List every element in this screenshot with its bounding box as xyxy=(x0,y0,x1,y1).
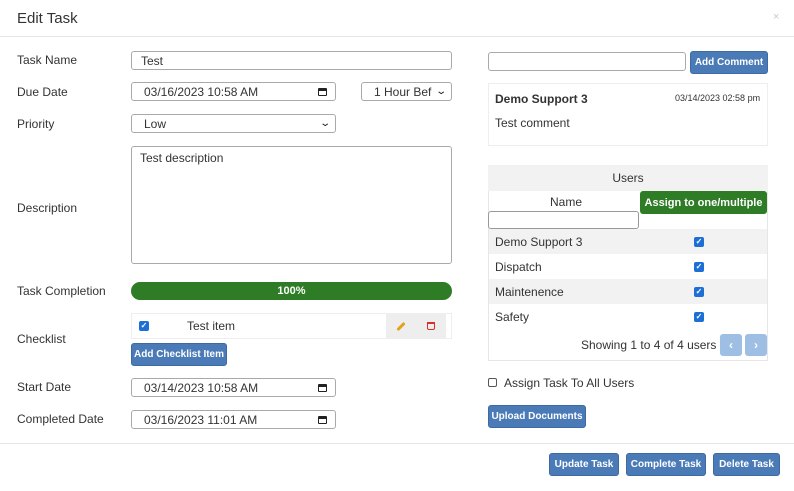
chevron-down-icon: ⌄ xyxy=(318,118,331,129)
assign-all-checkbox[interactable] xyxy=(488,378,497,387)
upload-documents-button[interactable]: Upload Documents xyxy=(488,405,586,428)
user-row: Demo Support 3 ✓ xyxy=(489,229,767,254)
user-assign-checkbox[interactable]: ✓ xyxy=(694,312,704,322)
checklist-item: ✓ Test item xyxy=(131,313,452,339)
assign-all-label[interactable]: Assign Task To All Users xyxy=(504,376,634,390)
chevron-down-icon: ⌄ xyxy=(434,86,447,97)
calendar-icon[interactable] xyxy=(318,87,327,96)
close-icon[interactable]: × xyxy=(773,11,779,23)
user-assign-checkbox[interactable]: ✓ xyxy=(694,237,704,247)
user-row: Maintenence ✓ xyxy=(489,279,767,304)
delete-task-button[interactable]: Delete Task xyxy=(713,453,780,476)
start-date-input[interactable]: 03/14/2023 10:58 AM xyxy=(131,378,336,397)
calendar-icon[interactable] xyxy=(318,415,327,424)
completed-date-label: Completed Date xyxy=(17,412,104,426)
comment-input[interactable] xyxy=(488,52,686,71)
users-header: Users xyxy=(488,165,768,191)
user-name: Maintenence xyxy=(495,284,564,299)
comment-text: Test comment xyxy=(495,116,570,130)
trash-icon xyxy=(427,322,435,330)
user-row: Dispatch ✓ xyxy=(489,254,767,279)
user-assign-checkbox[interactable]: ✓ xyxy=(694,262,704,272)
name-column-header[interactable]: Name xyxy=(550,195,582,209)
checklist-label: Checklist xyxy=(17,332,66,346)
due-date-label: Due Date xyxy=(17,85,68,99)
delete-checklist-button[interactable] xyxy=(416,314,446,338)
footer-divider xyxy=(0,443,794,444)
complete-task-button[interactable]: Complete Task xyxy=(626,453,706,476)
assign-users-button[interactable]: Assign to one/multiple xyxy=(640,191,767,214)
completed-date-input[interactable]: 03/16/2023 11:01 AM xyxy=(131,410,336,429)
calendar-icon[interactable] xyxy=(318,383,327,392)
user-name: Dispatch xyxy=(495,259,542,274)
due-date-value: 03/16/2023 10:58 AM xyxy=(144,84,259,99)
comment-item: Demo Support 3 03/14/2023 02:58 pm Test … xyxy=(488,83,768,146)
add-checklist-item-button[interactable]: Add Checklist Item xyxy=(131,343,227,366)
priority-select[interactable]: Low ⌄ xyxy=(131,114,336,133)
update-task-button[interactable]: Update Task xyxy=(549,453,619,476)
header-divider xyxy=(0,36,794,37)
task-completion-progress: 100% xyxy=(131,282,452,300)
completed-date-value: 03/16/2023 11:01 AM xyxy=(144,412,258,427)
comment-author: Demo Support 3 xyxy=(495,92,588,106)
user-name: Safety xyxy=(495,309,530,324)
priority-label: Priority xyxy=(17,117,55,131)
user-name: Demo Support 3 xyxy=(495,234,583,249)
user-assign-checkbox[interactable]: ✓ xyxy=(694,287,704,297)
reminder-select[interactable]: 1 Hour Bef ⌄ xyxy=(361,82,452,101)
next-page-button[interactable]: › xyxy=(745,334,767,356)
start-date-label: Start Date xyxy=(17,380,72,394)
prev-page-button[interactable]: ‹ xyxy=(720,334,742,356)
users-showing-text: Showing 1 to 4 of 4 users xyxy=(581,338,717,352)
checklist-item-checkbox[interactable]: ✓ xyxy=(139,321,149,331)
checklist-item-text: Test item xyxy=(187,319,236,333)
edit-checklist-button[interactable] xyxy=(386,314,416,338)
modal-title: Edit Task xyxy=(17,10,78,27)
task-name-label: Task Name xyxy=(17,53,78,67)
reminder-value: 1 Hour Bef xyxy=(374,84,432,99)
description-textarea[interactable]: Test description xyxy=(131,146,452,264)
pencil-icon xyxy=(396,321,406,331)
start-date-value: 03/14/2023 10:58 AM xyxy=(144,380,259,395)
due-date-input[interactable]: 03/16/2023 10:58 AM xyxy=(131,82,336,101)
priority-value: Low xyxy=(144,116,167,131)
user-filter-input[interactable] xyxy=(488,211,639,229)
description-label: Description xyxy=(17,201,78,215)
chevron-right-icon: › xyxy=(754,338,758,352)
comment-time: 03/14/2023 02:58 pm xyxy=(675,93,761,103)
user-row: Safety ✓ xyxy=(489,304,767,329)
chevron-left-icon: ‹ xyxy=(729,338,733,352)
task-name-input[interactable]: Test xyxy=(131,51,452,70)
task-completion-label: Task Completion xyxy=(17,284,106,298)
add-comment-button[interactable]: Add Comment xyxy=(690,51,768,74)
